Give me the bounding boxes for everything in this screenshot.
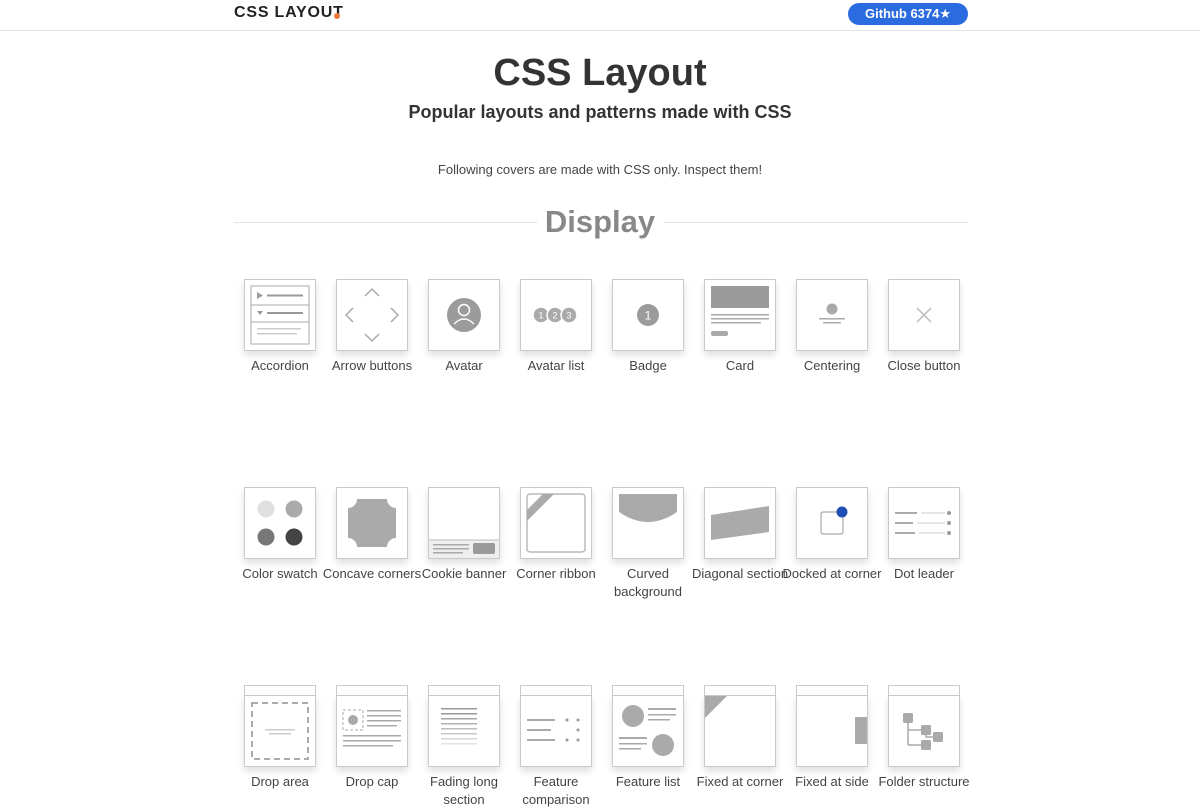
pattern-label: Folder structure — [878, 774, 970, 789]
fixed-at-corner-icon — [704, 695, 776, 767]
pattern-label: Cookie banner — [421, 566, 507, 581]
folder-structure-icon — [888, 695, 960, 767]
centering-icon — [796, 279, 868, 351]
pattern-feature-comparison[interactable]: Feature comparison — [520, 695, 592, 807]
pattern-label: Fixed at side — [795, 774, 869, 789]
pattern-close-button[interactable]: Close button — [888, 279, 961, 373]
drop-cap-icon — [336, 695, 408, 767]
concave-corners-icon — [336, 487, 408, 559]
github-button[interactable]: Github 6374★ — [848, 3, 968, 25]
feature-list-icon — [612, 695, 684, 767]
fading-long-section-icon — [428, 695, 500, 767]
pattern-label: Dot leader — [894, 566, 954, 581]
fixed-at-side-icon — [796, 695, 868, 767]
pattern-diagonal-section[interactable]: Diagonal section — [692, 487, 788, 581]
pattern-card[interactable]: Card — [704, 279, 776, 373]
avatar-list-icon: 1 2 3 — [520, 279, 592, 351]
avatar-number: 2 — [552, 311, 557, 321]
pattern-label: Card — [725, 358, 755, 373]
accordion-icon — [244, 279, 316, 351]
pattern-corner-ribbon[interactable]: Corner ribbon — [516, 487, 596, 581]
logo-dot-icon — [334, 13, 340, 19]
pattern-fixed-at-side[interactable]: Fixed at side — [795, 695, 869, 789]
pattern-label: Close button — [887, 358, 961, 373]
pattern-accordion[interactable]: Accordion — [244, 279, 316, 373]
pattern-arrow-buttons[interactable]: Arrow buttons — [332, 279, 412, 373]
pattern-partial[interactable] — [520, 685, 592, 695]
intro-text: Following covers are made with CSS only.… — [437, 162, 763, 177]
pattern-partial[interactable] — [796, 685, 868, 695]
page-title: CSS Layout — [493, 52, 707, 94]
pattern-fixed-at-corner[interactable]: Fixed at corner — [697, 695, 783, 789]
pattern-avatar-list[interactable]: 1 2 3 Avatar list — [520, 279, 592, 373]
pattern-centering[interactable]: Centering — [796, 279, 868, 373]
top-bar: CSS LAYOUT Github 6374★ — [0, 0, 1200, 31]
pattern-partial[interactable] — [888, 685, 960, 695]
pattern-fading-long-section[interactable]: Fading long section — [428, 695, 500, 807]
site-logo[interactable]: CSS LAYOUT — [234, 4, 344, 22]
cookie-banner-icon — [428, 487, 500, 559]
pattern-label: Concave corners — [322, 566, 422, 581]
close-icon — [888, 279, 960, 351]
color-swatch-icon — [244, 487, 316, 559]
pattern-label: Corner ribbon — [516, 566, 596, 581]
badge-icon: 1 — [612, 279, 684, 351]
section-title-display: Display — [544, 204, 656, 239]
pattern-label: Arrow buttons — [331, 358, 413, 373]
pattern-label: Avatar list — [527, 358, 585, 373]
pattern-partial[interactable] — [336, 685, 408, 695]
pattern-drop-area[interactable]: Drop area — [244, 695, 316, 789]
pattern-label: Drop area — [251, 774, 309, 789]
pattern-label: Docked at corner — [782, 566, 882, 581]
pattern-label: Color swatch — [242, 566, 318, 581]
curved-background-icon — [612, 487, 684, 559]
pattern-label: Diagonal section — [691, 566, 789, 581]
dot-leader-icon — [888, 487, 960, 559]
pattern-label: Fixed at corner — [696, 774, 784, 789]
pattern-drop-cap[interactable]: Drop cap — [336, 695, 408, 789]
feature-comparison-icon — [520, 695, 592, 767]
pattern-dot-leader[interactable]: Dot leader — [888, 487, 960, 581]
arrow-buttons-icon — [336, 279, 408, 351]
pattern-label: Drop cap — [345, 774, 399, 789]
pattern-avatar[interactable]: Avatar — [428, 279, 500, 373]
pattern-label: Avatar — [445, 358, 483, 373]
avatar-number: 3 — [566, 311, 571, 321]
pattern-badge[interactable]: 1 Badge — [612, 279, 684, 373]
card-icon — [704, 279, 776, 351]
pattern-partial[interactable] — [428, 685, 500, 695]
avatar-icon — [428, 279, 500, 351]
pattern-docked-at-corner[interactable]: Docked at corner — [783, 487, 882, 581]
pattern-curved-background[interactable]: Curved background — [612, 487, 684, 599]
pattern-label: Feature comparison — [522, 774, 590, 807]
pattern-cookie-banner[interactable]: Cookie banner — [422, 487, 506, 581]
pattern-partial[interactable] — [612, 685, 684, 695]
drop-area-icon — [244, 695, 316, 767]
page-subtitle: Popular layouts and patterns made with C… — [408, 102, 792, 122]
pattern-label: Fading long section — [430, 774, 498, 807]
pattern-partial[interactable] — [704, 685, 776, 695]
corner-ribbon-icon — [520, 487, 592, 559]
pattern-color-swatch[interactable]: Color swatch — [242, 487, 318, 581]
pattern-label: Badge — [629, 358, 667, 373]
badge-number: 1 — [645, 309, 652, 323]
pattern-feature-list[interactable]: Feature list — [612, 695, 684, 789]
pattern-label: Centering — [803, 358, 861, 373]
docked-at-corner-icon — [796, 487, 868, 559]
avatar-number: 1 — [538, 311, 543, 321]
pattern-label: Accordion — [251, 358, 309, 373]
pattern-folder-structure[interactable]: Folder structure — [878, 695, 970, 789]
pattern-concave-corners[interactable]: Concave corners — [323, 487, 421, 581]
pattern-label: Curved background — [614, 566, 682, 599]
pattern-partial[interactable] — [244, 685, 316, 695]
pattern-label: Feature list — [615, 774, 681, 789]
diagonal-section-icon — [704, 487, 776, 559]
